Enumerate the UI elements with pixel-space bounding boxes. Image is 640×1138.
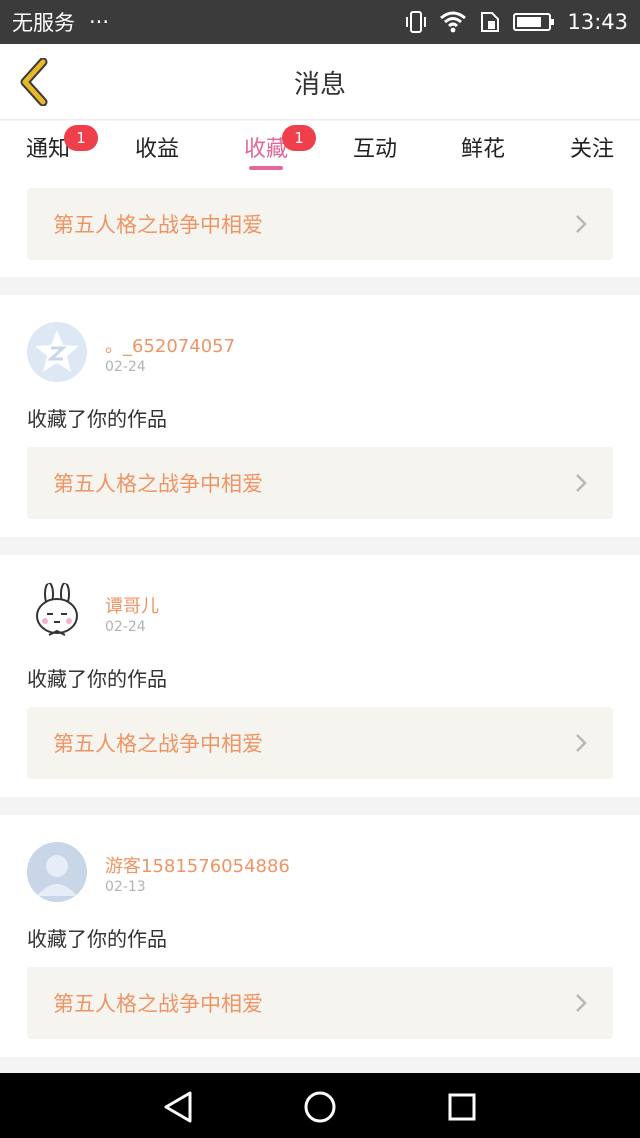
chevron-right-icon	[576, 994, 587, 1012]
unread-badge: 1	[64, 125, 98, 151]
action-text: 收藏了你的作品	[27, 927, 167, 951]
bunny-avatar[interactable]	[27, 582, 87, 642]
work-title: 第五人格之战争中相爱	[53, 472, 263, 496]
system-nav-bar	[0, 1073, 640, 1138]
work-title: 第五人格之战争中相爱	[53, 213, 263, 237]
action-text: 收藏了你的作品	[27, 407, 167, 431]
recents-square-icon[interactable]	[442, 1087, 482, 1127]
work-link[interactable]: 第五人格之战争中相爱	[27, 188, 613, 260]
page-title: 消息	[293, 70, 346, 100]
tab-flowers[interactable]: 鲜花	[461, 131, 505, 163]
username[interactable]: 游客1581576054886	[105, 852, 290, 878]
tab-label: 互动	[353, 137, 398, 162]
chevron-right-icon	[576, 734, 587, 752]
carrier-text: 无服务	[12, 11, 75, 35]
tab-earnings[interactable]: 收益	[135, 131, 179, 163]
home-circle-icon[interactable]	[300, 1087, 340, 1127]
work-link[interactable]: 第五人格之战争中相爱	[27, 967, 613, 1039]
vibrate-icon	[405, 10, 427, 34]
list-item: 游客1581576054886 02-13 收藏了你的作品 第五人格之战争中相爱	[0, 815, 640, 1057]
list-item: 。_652074057 02-24 收藏了你的作品 第五人格之战争中相爱	[0, 295, 640, 537]
action-text: 收藏了你的作品	[27, 667, 167, 691]
tab-label: 收益	[135, 137, 180, 162]
more-notifications-icon: ···	[89, 10, 110, 34]
timestamp: 02-24	[105, 359, 146, 375]
status-bar: 无服务 ··· 13:43	[0, 0, 640, 44]
work-link[interactable]: 第五人格之战争中相爱	[27, 707, 613, 779]
tab-notifications[interactable]: 通知 1	[26, 125, 98, 163]
tab-favorites[interactable]: 收藏 1	[244, 125, 316, 163]
work-title: 第五人格之战争中相爱	[53, 732, 263, 756]
timestamp: 02-24	[105, 619, 146, 635]
tab-interactions[interactable]: 互动	[353, 131, 397, 163]
username[interactable]: 谭哥儿	[105, 592, 159, 618]
clock-text: 13:43	[567, 10, 628, 34]
chevron-right-icon	[576, 215, 587, 233]
work-title: 第五人格之战争中相爱	[53, 992, 263, 1016]
header-bar: 消息	[0, 44, 640, 120]
tab-bar: 通知 1 收益 收藏 1 互动 鲜花 关注	[0, 121, 640, 179]
qq-star-avatar[interactable]	[27, 322, 87, 382]
work-link[interactable]: 第五人格之战争中相爱	[27, 447, 613, 519]
unread-badge: 1	[282, 125, 316, 151]
tab-label: 鲜花	[461, 137, 506, 162]
tab-following[interactable]: 关注	[570, 131, 614, 163]
default-avatar[interactable]	[27, 842, 87, 902]
list-item: 谭哥儿 02-24 收藏了你的作品 第五人格之战争中相爱	[0, 555, 640, 797]
username[interactable]: 。_652074057	[105, 332, 235, 358]
timestamp: 02-13	[105, 879, 146, 895]
active-tab-indicator	[249, 166, 283, 170]
back-triangle-icon[interactable]	[158, 1087, 198, 1127]
battery-icon	[513, 12, 555, 32]
wifi-icon	[439, 11, 467, 33]
list-item: 第五人格之战争中相爱	[0, 179, 640, 277]
tab-label: 关注	[570, 137, 615, 162]
chevron-right-icon	[576, 474, 587, 492]
sim-icon	[479, 11, 501, 33]
